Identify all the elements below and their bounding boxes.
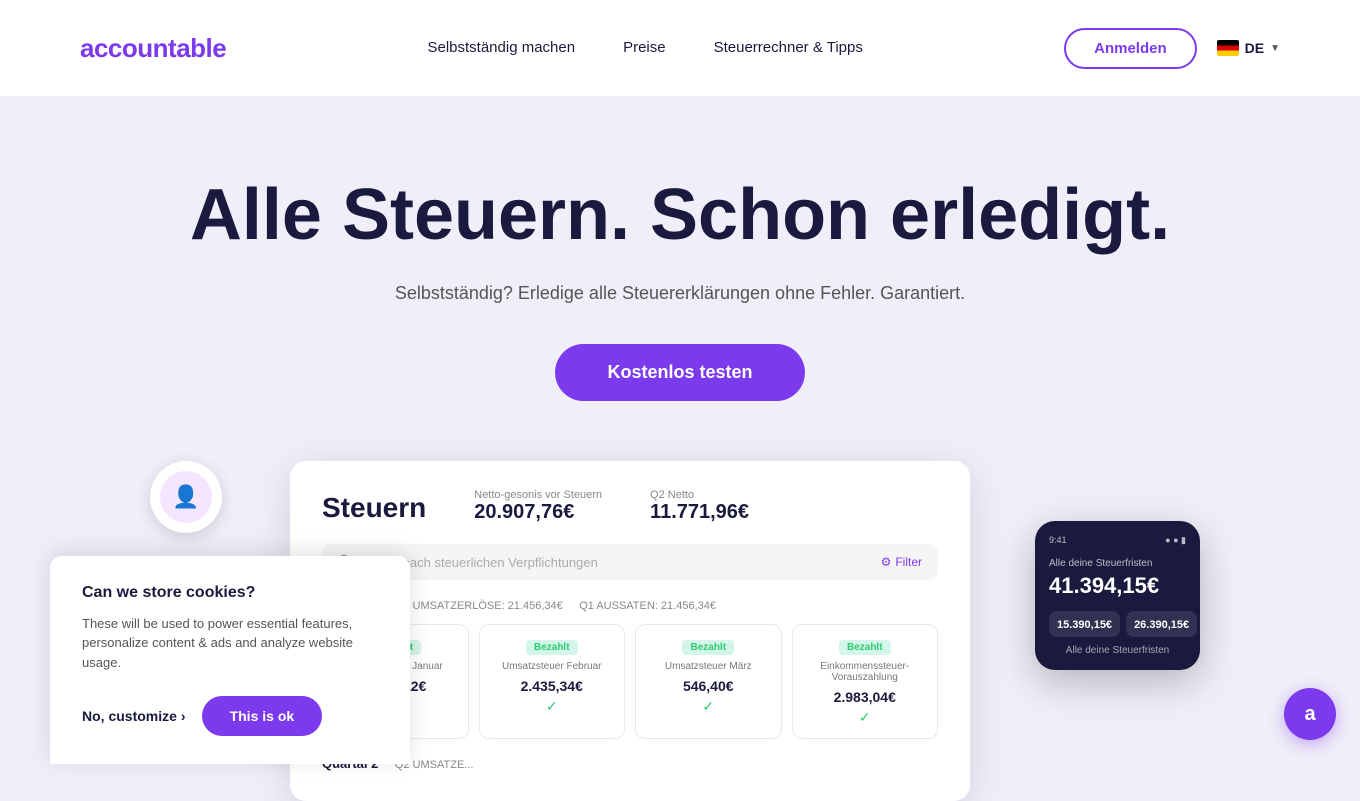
cookie-banner: Can we store cookies? These will be used… [50, 556, 410, 765]
checkmark-3: ✓ [805, 709, 926, 726]
cookie-no-label: No, customize [82, 708, 177, 724]
quarter1-meta2: Q1 AUSSATEN: 21.456,34€ [579, 600, 716, 612]
mobile-stat2-value: 26.390,15€ [1134, 619, 1189, 631]
filter-label: Filter [895, 555, 922, 569]
cookie-ok-button[interactable]: This is ok [202, 696, 323, 736]
dashboard-title: Steuern [322, 492, 426, 524]
tax-badge-1: Bezahlt [526, 640, 578, 655]
tax-amount-3: 2.983,04€ [805, 689, 926, 705]
stat-group-1: Netto-gesonis vor Steuern 20.907,76€ [474, 489, 602, 524]
tax-cards: Bezahlt Umsatzsteuer Januar 4.320,12€ ✓ … [322, 624, 938, 739]
avatar: 👤 [150, 461, 222, 533]
stat1-label: Netto-gesonis vor Steuern [474, 489, 602, 501]
tax-card-3: Bezahlt Einkommenssteuer-Vorauszahlung 2… [792, 624, 939, 739]
mobile-card-title: Alle deine Steuerfristen [1049, 558, 1186, 569]
logo-text-part2: able [176, 33, 226, 63]
stat-group-2: Q2 Netto 11.771,96€ [650, 489, 749, 524]
navbar: accountable Selbstständig machen Preise … [0, 0, 1360, 96]
tax-amount-1: 2.435,34€ [492, 678, 613, 694]
cta-button[interactable]: Kostenlos testen [555, 344, 804, 401]
tax-card-1: Bezahlt Umsatzsteuer Februar 2.435,34€ ✓ [479, 624, 626, 739]
search-bar[interactable]: 🔍 Suche nach steuerlichen Verpflichtunge… [322, 544, 938, 580]
lang-code: DE [1245, 40, 1264, 56]
hero-section: Alle Steuern. Schon erledigt. Selbststän… [0, 96, 1360, 401]
fab-button[interactable]: a [1284, 688, 1336, 740]
dashboard-header: Steuern Netto-gesonis vor Steuern 20.907… [322, 489, 938, 524]
mobile-amount: 41.394,15€ [1049, 573, 1186, 599]
avatar-inner: 👤 [160, 471, 212, 523]
mobile-time: 9:41 [1049, 535, 1067, 546]
quarter1-row: Quartal 1 Q1 UMSATZERLÖSE: 21.456,34€ Q1… [322, 596, 938, 614]
nav-right: Anmelden DE ▼ [1064, 28, 1280, 69]
tax-name-3: Einkommenssteuer-Vorauszahlung [805, 661, 926, 683]
tax-badge-2: Bezahlt [682, 640, 734, 655]
mobile-stat1-value: 15.390,15€ [1057, 619, 1112, 631]
nav-links: Selbstständig machen Preise Steuerrechne… [427, 39, 862, 57]
quarter1-meta1: Q1 UMSATZERLÖSE: 21.456,34€ [395, 600, 563, 612]
cookie-no-button[interactable]: No, customize › [82, 708, 186, 724]
hero-subtext: Selbstständig? Erledige alle Steuererklä… [20, 283, 1340, 304]
tax-name-1: Umsatzsteuer Februar [492, 661, 613, 672]
filter-button[interactable]: ⚙ Filter [881, 555, 922, 569]
nav-item-selbststaendig[interactable]: Selbstständig machen [427, 39, 575, 57]
mobile-app-card: 9:41 ● ● ▮ Alle deine Steuerfristen 41.3… [1035, 521, 1200, 670]
logo-text-part1: account [80, 33, 176, 63]
tax-card-2: Bezahlt Umsatzsteuer März 546,40€ ✓ [635, 624, 782, 739]
nav-item-preise[interactable]: Preise [623, 39, 666, 57]
tax-badge-3: Bezahlt [839, 640, 891, 655]
chevron-down-icon: ▼ [1270, 43, 1280, 54]
hero-headline: Alle Steuern. Schon erledigt. [20, 176, 1340, 255]
mobile-stats-row: 15.390,15€ 26.390,15€ [1049, 611, 1186, 637]
checkmark-1: ✓ [492, 698, 613, 715]
checkmark-2: ✓ [648, 698, 769, 715]
cookie-text: These will be used to power essential fe… [82, 614, 378, 673]
nav-item-steuerrechner[interactable]: Steuerrechner & Tipps [714, 39, 863, 57]
mobile-icons: ● ● ▮ [1165, 535, 1186, 546]
quarter2-row: Quartal 2 Q2 UMSATZE... [322, 755, 938, 773]
login-button[interactable]: Anmelden [1064, 28, 1197, 69]
flag-icon [1217, 40, 1239, 56]
mobile-stat-2: 26.390,15€ [1126, 611, 1197, 637]
stat1-value: 20.907,76€ [474, 501, 602, 524]
language-selector[interactable]: DE ▼ [1217, 40, 1280, 56]
mobile-stat-1: 15.390,15€ [1049, 611, 1120, 637]
tax-amount-2: 546,40€ [648, 678, 769, 694]
cookie-title: Can we store cookies? [82, 584, 378, 602]
cookie-actions: No, customize › This is ok [82, 696, 378, 736]
tax-name-2: Umsatzsteuer März [648, 661, 769, 672]
stat2-label: Q2 Netto [650, 489, 749, 501]
stat2-value: 11.771,96€ [650, 501, 749, 524]
filter-icon: ⚙ [881, 555, 892, 569]
mobile-status-bar: 9:41 ● ● ▮ [1049, 535, 1186, 546]
chevron-right-icon: › [181, 708, 186, 724]
brand-logo[interactable]: accountable [80, 33, 226, 64]
mobile-footer-text: Alle deine Steuerfristen [1049, 645, 1186, 656]
fab-label: a [1304, 703, 1315, 726]
